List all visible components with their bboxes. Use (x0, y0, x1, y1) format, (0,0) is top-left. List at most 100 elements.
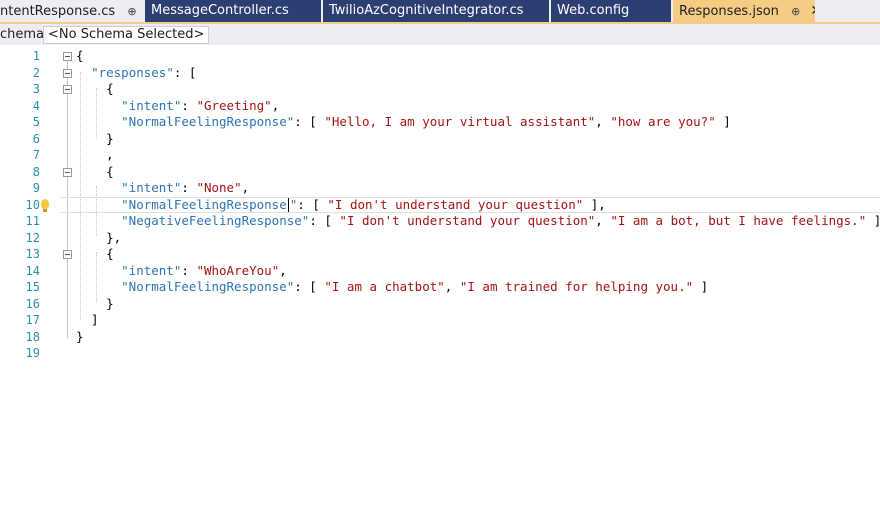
tab-web-config[interactable]: Web.config (551, 0, 671, 22)
json-string: "I am a bot, but I have feelings." (610, 213, 867, 228)
line-number: 6 (32, 131, 40, 146)
code-line: 18} (0, 329, 880, 346)
tab-responses-json[interactable]: Responses.json ⊕ ✕ (673, 0, 815, 22)
schema-label: chema: (0, 27, 49, 42)
document-tab-strip: ntentResponse.cs ⊕ ✕ MessageController.c… (0, 0, 880, 22)
lightbulb-icon[interactable] (41, 198, 49, 212)
code-text: { (76, 164, 114, 181)
line-number: 2 (32, 65, 40, 80)
json-string: "I am trained for helping you." (459, 279, 694, 294)
tab-twilio-integrator[interactable]: TwilioAzCognitiveIntegrator.cs (323, 0, 549, 22)
json-punctuation (76, 180, 121, 195)
schema-bar: chema: <No Schema Selected> (0, 24, 880, 45)
code-line: 13 { (0, 246, 880, 263)
code-text: "intent": "Greeting", (76, 98, 279, 115)
code-line: 3 { (0, 81, 880, 98)
code-line: 14 "intent": "WhoAreYou", (0, 263, 880, 280)
json-key: "NormalFeelingResponse" (121, 279, 295, 294)
json-string: "I don't understand your question" (339, 213, 596, 228)
line-number: 11 (25, 214, 40, 228)
json-key: "intent" (121, 180, 182, 195)
json-punctuation: , (271, 97, 280, 113)
code-line: 19 (0, 345, 880, 362)
collapse-icon[interactable] (63, 52, 72, 61)
code-line: 12 }, (0, 230, 880, 247)
code-line: 7 , (0, 147, 880, 164)
json-punctuation: ] (76, 312, 99, 327)
json-punctuation: : [ (309, 213, 340, 228)
json-punctuation: } (76, 295, 114, 311)
json-string: "Greeting" (196, 97, 272, 113)
code-text: "intent": "None", (76, 180, 249, 197)
tab-message-controller[interactable]: MessageController.cs (145, 0, 321, 22)
json-punctuation: , (595, 213, 611, 228)
json-punctuation: { (76, 48, 84, 63)
code-line: 9 "intent": "None", (0, 180, 880, 197)
json-punctuation: , (595, 114, 611, 129)
line-number: 1 (32, 49, 40, 63)
collapse-icon[interactable] (63, 167, 72, 177)
json-string: "WhoAreYou" (196, 262, 280, 278)
code-text: } (76, 296, 114, 313)
json-punctuation (76, 98, 121, 113)
code-text: "NormalFeelingResponse": [ "Hello, I am … (76, 114, 731, 131)
text-caret (287, 198, 289, 212)
line-number: 10 (25, 197, 40, 212)
code-editor[interactable]: 1{2 "responses": [3 {4 "intent": "Greeti… (0, 46, 880, 524)
pin-icon[interactable]: ⊕ (791, 1, 800, 22)
tab-intent-response[interactable]: ntentResponse.cs ⊕ ✕ (0, 0, 143, 22)
tab-label: TwilioAzCognitiveIntegrator.cs (329, 3, 524, 18)
code-text: } (76, 131, 114, 148)
json-punctuation: : (181, 97, 197, 113)
line-number: 7 (32, 148, 40, 162)
json-punctuation: }, (76, 229, 122, 245)
collapse-icon[interactable] (63, 68, 72, 78)
code-text: ] (76, 312, 99, 329)
line-number: 13 (25, 247, 40, 261)
line-number: 12 (25, 230, 40, 245)
collapse-icon[interactable] (63, 85, 72, 94)
line-number: 8 (32, 164, 40, 179)
code-text: }, (76, 230, 121, 247)
json-punctuation (76, 197, 121, 212)
code-text: "NegativeFeelingResponse": [ "I don't un… (76, 213, 880, 230)
json-punctuation: } (76, 130, 114, 146)
code-line: 5 "NormalFeelingResponse": [ "Hello, I a… (0, 114, 880, 131)
code-text: } (76, 329, 84, 346)
json-key: "intent" (121, 262, 182, 278)
json-punctuation: , (279, 262, 287, 278)
json-punctuation: { (76, 81, 114, 96)
pin-icon[interactable]: ⊕ (127, 1, 136, 22)
schema-dropdown[interactable]: <No Schema Selected> (43, 26, 210, 44)
code-text: "responses": [ (76, 65, 196, 82)
code-line: 17 ] (0, 312, 880, 329)
json-key: "NormalFeelingResponse (121, 196, 287, 212)
json-key: "NormalFeelingResponse" (121, 114, 295, 129)
json-punctuation: : [ (173, 64, 197, 80)
collapse-icon[interactable] (63, 250, 72, 259)
line-number: 3 (32, 82, 40, 96)
close-icon[interactable]: ✕ (810, 0, 815, 22)
code-text: "NormalFeelingResponse ": [ "I don't unde… (76, 197, 606, 214)
code-line: 16 } (0, 296, 880, 313)
json-key: "responses" (91, 64, 174, 80)
json-string: "how are you?" (610, 114, 716, 129)
tab-label: MessageController.cs (151, 3, 289, 18)
json-string: "I don't understand your question" (327, 196, 584, 212)
json-punctuation: { (76, 163, 114, 179)
json-punctuation: ] (693, 279, 709, 294)
json-string: "I am a chatbot" (324, 279, 445, 294)
json-punctuation: } (76, 328, 84, 344)
json-punctuation: : [ (297, 196, 328, 212)
tab-label: Responses.json (679, 4, 779, 19)
code-text: { (76, 81, 114, 98)
code-line: 2 "responses": [ (0, 65, 880, 82)
line-number: 14 (25, 263, 40, 278)
code-text: "intent": "WhoAreYou", (76, 263, 287, 280)
line-number: 18 (25, 329, 40, 344)
json-string: "Hello, I am your virtual assistant" (324, 114, 596, 129)
json-punctuation (76, 65, 91, 80)
code-line: 11 "NegativeFeelingResponse": [ "I don't… (0, 213, 880, 230)
json-punctuation: ] (866, 213, 880, 228)
tab-label: ntentResponse.cs (0, 4, 116, 19)
